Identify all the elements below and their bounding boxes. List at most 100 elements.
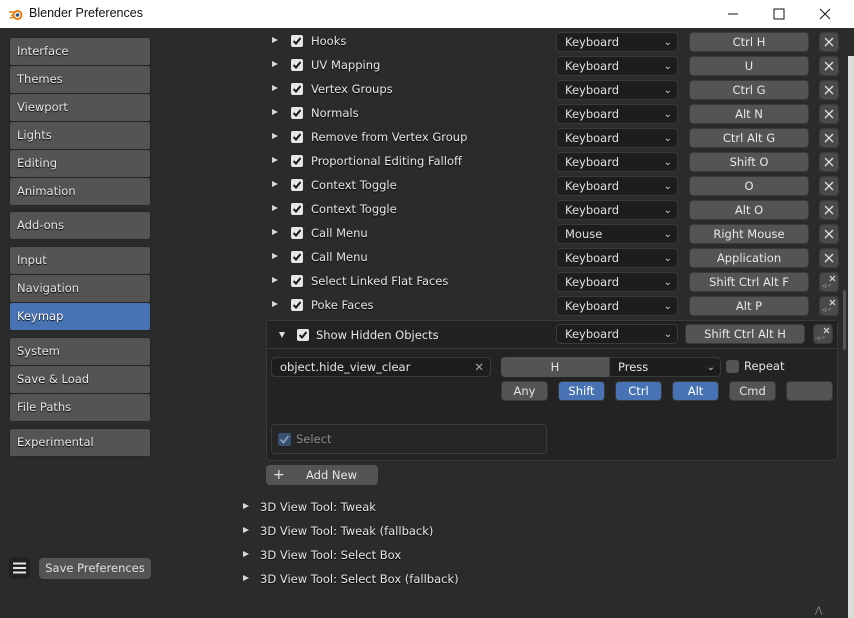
key-binding-button[interactable]: Ctrl H xyxy=(689,32,809,52)
sidebar-item-input[interactable]: Input xyxy=(10,247,150,274)
close-window-button[interactable] xyxy=(802,0,848,28)
sidebar-item-editing[interactable]: Editing xyxy=(10,150,150,177)
key-binding-button[interactable]: Ctrl Alt G xyxy=(689,128,809,148)
keymap-group-row[interactable]: 3D View Tool: Tweak xyxy=(160,495,660,519)
sidebar-item-navigation[interactable]: Navigation xyxy=(10,275,150,302)
key-binding-button[interactable]: Alt N xyxy=(689,104,809,124)
key-binding-button[interactable]: Ctrl G xyxy=(689,80,809,100)
input-type-dropdown[interactable]: Keyboard ⌄ xyxy=(556,248,678,268)
item-enabled-checkbox[interactable] xyxy=(297,329,309,341)
keymap-scrollbar[interactable] xyxy=(843,80,846,350)
item-enabled-checkbox[interactable] xyxy=(291,299,303,311)
expand-arrow-icon[interactable] xyxy=(272,61,278,67)
sidebar-item-save-load[interactable]: Save & Load xyxy=(10,366,150,393)
remove-item-button[interactable] xyxy=(819,56,839,76)
expand-arrow-icon[interactable] xyxy=(272,37,278,43)
event-key-button[interactable]: H xyxy=(501,357,609,377)
expand-arrow-icon[interactable] xyxy=(272,133,278,139)
expand-arrow-icon[interactable] xyxy=(272,205,278,211)
sidebar-item-addons[interactable]: Add-ons xyxy=(10,212,150,239)
item-enabled-checkbox[interactable] xyxy=(291,203,303,215)
minimize-button[interactable] xyxy=(710,0,756,28)
key-modifier-button[interactable] xyxy=(786,381,833,401)
keymap-group-row[interactable]: 3D View Tool: Tweak (fallback) xyxy=(160,519,660,543)
operator-id-field[interactable]: object.hide_view_clear ✕ xyxy=(271,357,491,377)
remove-item-button[interactable] xyxy=(819,32,839,52)
modifier-alt-toggle[interactable]: Alt xyxy=(672,381,719,401)
item-enabled-checkbox[interactable] xyxy=(291,59,303,71)
modifier-shift-toggle[interactable]: Shift xyxy=(558,381,605,401)
expand-arrow-icon[interactable] xyxy=(272,301,278,307)
expand-arrow-icon[interactable] xyxy=(272,277,278,283)
expand-arrow-icon[interactable] xyxy=(243,575,249,581)
remove-item-button[interactable] xyxy=(819,224,839,244)
key-binding-button[interactable]: Application xyxy=(689,248,809,268)
keymap-group-row[interactable]: 3D View Tool: Select Box (fallback) xyxy=(160,567,660,591)
restore-item-button[interactable] xyxy=(819,272,839,292)
item-enabled-checkbox[interactable] xyxy=(291,107,303,119)
expand-arrow-icon[interactable] xyxy=(272,181,278,187)
input-type-dropdown[interactable]: Keyboard ⌄ xyxy=(556,200,678,220)
key-binding-button[interactable]: Right Mouse xyxy=(689,224,809,244)
sidebar-item-keymap[interactable]: Keymap xyxy=(10,303,150,330)
input-type-dropdown[interactable]: Keyboard ⌄ xyxy=(556,152,678,172)
sidebar-item-viewport[interactable]: Viewport xyxy=(10,94,150,121)
modifier-ctrl-toggle[interactable]: Ctrl xyxy=(615,381,662,401)
preferences-menu-button[interactable] xyxy=(9,557,30,579)
sidebar-item-lights[interactable]: Lights xyxy=(10,122,150,149)
key-binding-button[interactable]: U xyxy=(689,56,809,76)
repeat-checkbox[interactable] xyxy=(726,360,739,373)
modifier-any-toggle[interactable]: Any xyxy=(501,381,548,401)
remove-item-button[interactable] xyxy=(819,176,839,196)
remove-item-button[interactable] xyxy=(819,104,839,124)
remove-item-button[interactable] xyxy=(819,200,839,220)
input-type-dropdown[interactable]: Keyboard ⌄ xyxy=(556,324,678,344)
item-enabled-checkbox[interactable] xyxy=(291,227,303,239)
item-enabled-checkbox[interactable] xyxy=(291,83,303,95)
key-binding-button[interactable]: Shift Ctrl Alt F xyxy=(689,272,809,292)
restore-item-button[interactable] xyxy=(813,324,833,344)
select-property-checkbox[interactable] xyxy=(278,433,291,446)
expand-arrow-icon[interactable] xyxy=(243,527,249,533)
input-type-dropdown[interactable]: Keyboard ⌄ xyxy=(556,104,678,124)
restore-item-button[interactable] xyxy=(819,296,839,316)
key-binding-button[interactable]: Shift Ctrl Alt H xyxy=(685,324,805,344)
keymap-group-row[interactable]: 3D View Tool: Select Box xyxy=(160,543,660,567)
item-enabled-checkbox[interactable] xyxy=(291,179,303,191)
remove-item-button[interactable] xyxy=(819,152,839,172)
event-value-dropdown[interactable]: Press ⌄ xyxy=(609,357,721,377)
input-type-dropdown[interactable]: Keyboard ⌄ xyxy=(556,176,678,196)
clear-icon[interactable]: ✕ xyxy=(474,358,484,376)
sidebar-item-system[interactable]: System xyxy=(10,338,150,365)
input-type-dropdown[interactable]: Mouse ⌄ xyxy=(556,224,678,244)
expand-arrow-icon[interactable] xyxy=(272,109,278,115)
remove-item-button[interactable] xyxy=(819,80,839,100)
remove-item-button[interactable] xyxy=(819,248,839,268)
modifier-cmd-toggle[interactable]: Cmd xyxy=(729,381,776,401)
input-type-dropdown[interactable]: Keyboard ⌄ xyxy=(556,128,678,148)
item-enabled-checkbox[interactable] xyxy=(291,251,303,263)
add-new-button[interactable]: + Add New xyxy=(266,465,378,485)
key-binding-button[interactable]: O xyxy=(689,176,809,196)
expand-arrow-icon[interactable] xyxy=(272,157,278,163)
save-preferences-button[interactable]: Save Preferences xyxy=(39,558,151,579)
sidebar-item-themes[interactable]: Themes xyxy=(10,66,150,93)
sidebar-item-file-paths[interactable]: File Paths xyxy=(10,394,150,421)
expand-arrow-icon[interactable] xyxy=(272,85,278,91)
expand-arrow-icon[interactable] xyxy=(272,253,278,259)
expand-arrow-icon[interactable] xyxy=(243,551,249,557)
item-enabled-checkbox[interactable] xyxy=(291,131,303,143)
key-binding-button[interactable]: Shift O xyxy=(689,152,809,172)
input-type-dropdown[interactable]: Keyboard ⌄ xyxy=(556,56,678,76)
scrollbar-thumb[interactable] xyxy=(843,290,846,350)
item-enabled-checkbox[interactable] xyxy=(291,275,303,287)
sidebar-item-animation[interactable]: Animation xyxy=(10,178,150,205)
input-type-dropdown[interactable]: Keyboard ⌄ xyxy=(556,296,678,316)
expand-arrow-icon[interactable] xyxy=(272,229,278,235)
remove-item-button[interactable] xyxy=(819,128,839,148)
sidebar-item-experimental[interactable]: Experimental xyxy=(10,429,150,456)
scroll-up-chevron-icon[interactable]: ⋀ xyxy=(815,606,822,616)
expand-arrow-icon[interactable] xyxy=(243,503,249,509)
key-binding-button[interactable]: Alt P xyxy=(689,296,809,316)
key-binding-button[interactable]: Alt O xyxy=(689,200,809,220)
